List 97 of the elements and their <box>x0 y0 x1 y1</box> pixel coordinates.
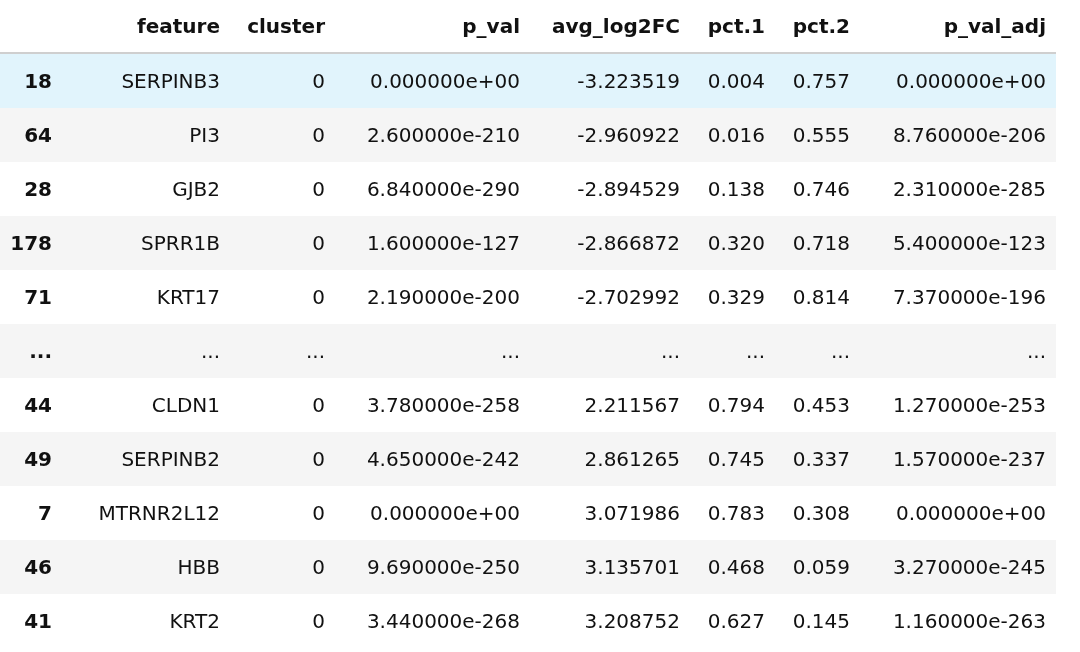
table-cell: -2.960922 <box>530 108 690 162</box>
table-row[interactable]: 49 SERPINB2 0 4.650000e-242 2.861265 0.745 0.337 1.570000e-237 <box>0 432 1056 486</box>
table-cell: 0 <box>230 594 335 648</box>
table-cell: 0 <box>230 108 335 162</box>
table-cell: MTRNR2L12 <box>62 486 230 540</box>
table-cell: 0 <box>230 216 335 270</box>
row-index: 7 <box>0 486 62 540</box>
table-cell: 0.000000e+00 <box>335 486 530 540</box>
table-cell: 0.746 <box>775 162 860 216</box>
table-cell: 7.370000e-196 <box>860 270 1056 324</box>
table-cell: SERPINB2 <box>62 432 230 486</box>
table-cell: 3.208752 <box>530 594 690 648</box>
table-cell: 8.760000e-206 <box>860 108 1056 162</box>
table-cell: 0.320 <box>690 216 775 270</box>
table-cell: 0.453 <box>775 378 860 432</box>
table-cell: 1.570000e-237 <box>860 432 1056 486</box>
table-cell: 0.757 <box>775 53 860 108</box>
table-cell: 0.308 <box>775 486 860 540</box>
table-cell: 9.690000e-250 <box>335 540 530 594</box>
table-cell: 0 <box>230 432 335 486</box>
row-index: 41 <box>0 594 62 648</box>
table-cell: ... <box>690 324 775 378</box>
table-cell: -2.866872 <box>530 216 690 270</box>
table-cell: 0 <box>230 162 335 216</box>
table-row[interactable]: 178 SPRR1B 0 1.600000e-127 -2.866872 0.320 0.718 5.400000e-123 <box>0 216 1056 270</box>
table-cell: 2.600000e-210 <box>335 108 530 162</box>
table-cell: 3.270000e-245 <box>860 540 1056 594</box>
table-cell: -3.223519 <box>530 53 690 108</box>
row-index: ... <box>0 324 62 378</box>
table-cell: 0.468 <box>690 540 775 594</box>
table-row[interactable]: 28 GJB2 0 6.840000e-290 -2.894529 0.138 0.746 2.310000e-285 <box>0 162 1056 216</box>
table-cell: ... <box>860 324 1056 378</box>
table-cell: 0.004 <box>690 53 775 108</box>
table-cell: CLDN1 <box>62 378 230 432</box>
table-cell: 0.329 <box>690 270 775 324</box>
table-row[interactable]: 71 KRT17 0 2.190000e-200 -2.702992 0.329 0.814 7.370000e-196 <box>0 270 1056 324</box>
table-cell: 0.555 <box>775 108 860 162</box>
row-index: 71 <box>0 270 62 324</box>
table-cell: 2.310000e-285 <box>860 162 1056 216</box>
table-cell: 0.138 <box>690 162 775 216</box>
table-cell: KRT17 <box>62 270 230 324</box>
table-cell: 0.745 <box>690 432 775 486</box>
table-cell: 2.861265 <box>530 432 690 486</box>
table-cell: 1.600000e-127 <box>335 216 530 270</box>
table-cell: ... <box>775 324 860 378</box>
table-cell: 1.270000e-253 <box>860 378 1056 432</box>
table-cell: -2.702992 <box>530 270 690 324</box>
table-row[interactable]: 7 MTRNR2L12 0 0.000000e+00 3.071986 0.783 0.308 0.000000e+00 <box>0 486 1056 540</box>
table-cell: 0.794 <box>690 378 775 432</box>
table-cell: 0.000000e+00 <box>335 53 530 108</box>
table-cell: 0 <box>230 540 335 594</box>
row-index: 44 <box>0 378 62 432</box>
table-cell: 4.650000e-242 <box>335 432 530 486</box>
table-cell: 0.000000e+00 <box>860 53 1056 108</box>
table-cell: SERPINB3 <box>62 53 230 108</box>
row-index: 64 <box>0 108 62 162</box>
table-cell: HBB <box>62 540 230 594</box>
table-cell: ... <box>62 324 230 378</box>
table-row[interactable]: 64 PI3 0 2.600000e-210 -2.960922 0.016 0.555 8.760000e-206 <box>0 108 1056 162</box>
table-cell: 3.071986 <box>530 486 690 540</box>
table-row[interactable]: 44 CLDN1 0 3.780000e-258 2.211567 0.794 0.453 1.270000e-253 <box>0 378 1056 432</box>
table-cell: 0 <box>230 378 335 432</box>
table-cell: GJB2 <box>62 162 230 216</box>
table-cell: 0.000000e+00 <box>860 486 1056 540</box>
table-cell: KRT2 <box>62 594 230 648</box>
table-cell: 5.400000e-123 <box>860 216 1056 270</box>
table-cell: 0 <box>230 53 335 108</box>
table-cell: 2.211567 <box>530 378 690 432</box>
table-cell: SPRR1B <box>62 216 230 270</box>
table-cell: ... <box>530 324 690 378</box>
table-row[interactable]: ... ... ... ... ... ... ... ... <box>0 324 1056 378</box>
table-cell: 1.160000e-263 <box>860 594 1056 648</box>
table-cell: -2.894529 <box>530 162 690 216</box>
table-cell: 0.059 <box>775 540 860 594</box>
table-cell: 0.718 <box>775 216 860 270</box>
table-cell: 0.814 <box>775 270 860 324</box>
table-cell: 0 <box>230 486 335 540</box>
row-index: 178 <box>0 216 62 270</box>
table-cell: 0.783 <box>690 486 775 540</box>
row-index: 28 <box>0 162 62 216</box>
row-index: 46 <box>0 540 62 594</box>
table-cell: 3.440000e-268 <box>335 594 530 648</box>
table-cell: 0 <box>230 270 335 324</box>
table-cell: 6.840000e-290 <box>335 162 530 216</box>
table-cell: 0.337 <box>775 432 860 486</box>
table-cell: 2.190000e-200 <box>335 270 530 324</box>
table-cell: ... <box>335 324 530 378</box>
table-cell: ... <box>230 324 335 378</box>
table-cell: 0.627 <box>690 594 775 648</box>
table-cell: PI3 <box>62 108 230 162</box>
table-cell: 3.780000e-258 <box>335 378 530 432</box>
table-cell: 0.016 <box>690 108 775 162</box>
table-row[interactable]: 46 HBB 0 9.690000e-250 3.135701 0.468 0.059 3.270000e-245 <box>0 540 1056 594</box>
table-cell: 0.145 <box>775 594 860 648</box>
row-index: 49 <box>0 432 62 486</box>
row-index: 18 <box>0 53 62 108</box>
table-cell: 3.135701 <box>530 540 690 594</box>
